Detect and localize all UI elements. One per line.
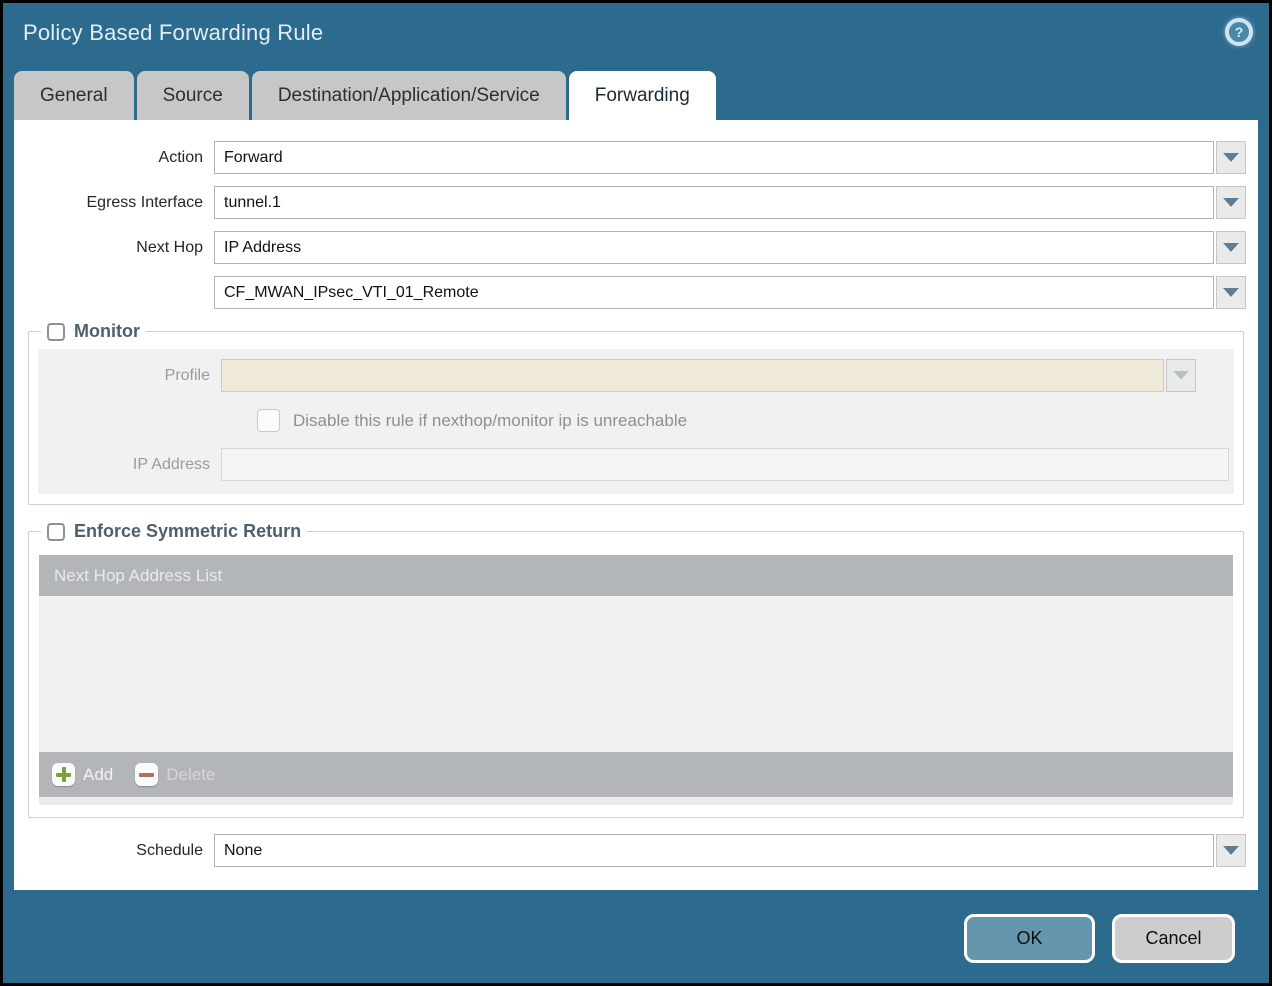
help-icon[interactable]: ? [1225,18,1253,46]
next-hop-address-table: Next Hop Address List Add Delete [39,555,1233,805]
tab-destination-application-service[interactable]: Destination/Application/Service [252,71,566,120]
schedule-combo [214,834,1246,867]
egress-interface-row: Egress Interface [14,186,1246,219]
tab-forwarding[interactable]: Forwarding [569,71,716,120]
enforce-symmetric-return-legend-label: Enforce Symmetric Return [74,521,301,542]
add-button-label: Add [83,765,113,785]
monitor-ip-address-row: IP Address [38,448,1229,481]
next-hop-address-list-body[interactable] [39,596,1233,752]
monitor-ip-address-input [221,448,1229,481]
tab-bar: General Source Destination/Application/S… [3,68,1269,120]
next-hop-row: Next Hop [14,231,1246,264]
minus-icon [135,763,158,786]
add-button[interactable]: Add [52,763,113,786]
disable-rule-row: Disable this rule if nexthop/monitor ip … [257,409,1234,432]
monitor-legend-label: Monitor [74,321,140,342]
egress-interface-label: Egress Interface [14,194,214,212]
schedule-dropdown-button[interactable] [1216,834,1246,867]
next-hop-address-list-footer: Add Delete [39,752,1233,797]
disable-rule-checkbox [257,409,280,432]
help-icon-glyph: ? [1229,22,1249,42]
cancel-button[interactable]: Cancel [1112,914,1235,963]
next-hop-label: Next Hop [14,239,214,257]
action-row: Action [14,141,1246,174]
policy-based-forwarding-dialog: Policy Based Forwarding Rule ? General S… [0,0,1272,986]
profile-input [221,359,1164,392]
schedule-row: Schedule [14,834,1246,867]
monitor-checkbox[interactable] [47,323,65,341]
egress-interface-input[interactable] [214,186,1214,219]
egress-interface-dropdown-button[interactable] [1216,186,1246,219]
delete-button: Delete [135,763,215,786]
chevron-down-icon [1223,153,1239,162]
next-hop-address-input[interactable] [214,276,1214,309]
next-hop-address-row [14,276,1246,309]
action-input[interactable] [214,141,1214,174]
action-dropdown-button[interactable] [1216,141,1246,174]
next-hop-combo [214,231,1246,264]
tab-source[interactable]: Source [137,71,249,120]
next-hop-type-input[interactable] [214,231,1214,264]
disable-rule-label: Disable this rule if nexthop/monitor ip … [293,411,687,431]
enforce-symmetric-return-legend: Enforce Symmetric Return [41,521,307,542]
monitor-ip-address-label: IP Address [38,456,221,474]
egress-interface-combo [214,186,1246,219]
monitor-legend: Monitor [41,321,146,342]
schedule-input[interactable] [214,834,1214,867]
action-label: Action [14,149,214,167]
monitor-panel: Profile Disable this rule if nexthop/mon… [38,349,1234,494]
dialog-title: Policy Based Forwarding Rule [23,20,1249,46]
chevron-down-icon [1223,288,1239,297]
next-hop-address-dropdown-button[interactable] [1216,276,1246,309]
next-hop-dropdown-button[interactable] [1216,231,1246,264]
next-hop-address-list-header: Next Hop Address List [39,555,1233,596]
plus-icon [52,763,75,786]
table-bottom-strip [39,797,1233,805]
chevron-down-icon [1223,198,1239,207]
profile-dropdown-button [1166,359,1196,392]
profile-label: Profile [38,367,221,385]
next-hop-address-combo [214,276,1246,309]
enforce-symmetric-return-checkbox[interactable] [47,523,65,541]
action-combo [214,141,1246,174]
title-bar: Policy Based Forwarding Rule ? [3,3,1269,68]
schedule-label: Schedule [14,842,214,860]
chevron-down-icon [1223,846,1239,855]
delete-button-label: Delete [166,765,215,785]
chevron-down-icon [1223,243,1239,252]
ok-button[interactable]: OK [964,914,1095,963]
chevron-down-icon [1173,371,1189,380]
monitor-fieldset: Monitor Profile Disable this rule if nex… [28,321,1244,505]
tab-general[interactable]: General [14,71,134,120]
profile-row: Profile [38,359,1196,392]
dialog-content: Action Egress Interface Next Hop [14,120,1258,890]
profile-combo [221,359,1196,392]
enforce-symmetric-return-fieldset: Enforce Symmetric Return Next Hop Addres… [28,521,1244,818]
